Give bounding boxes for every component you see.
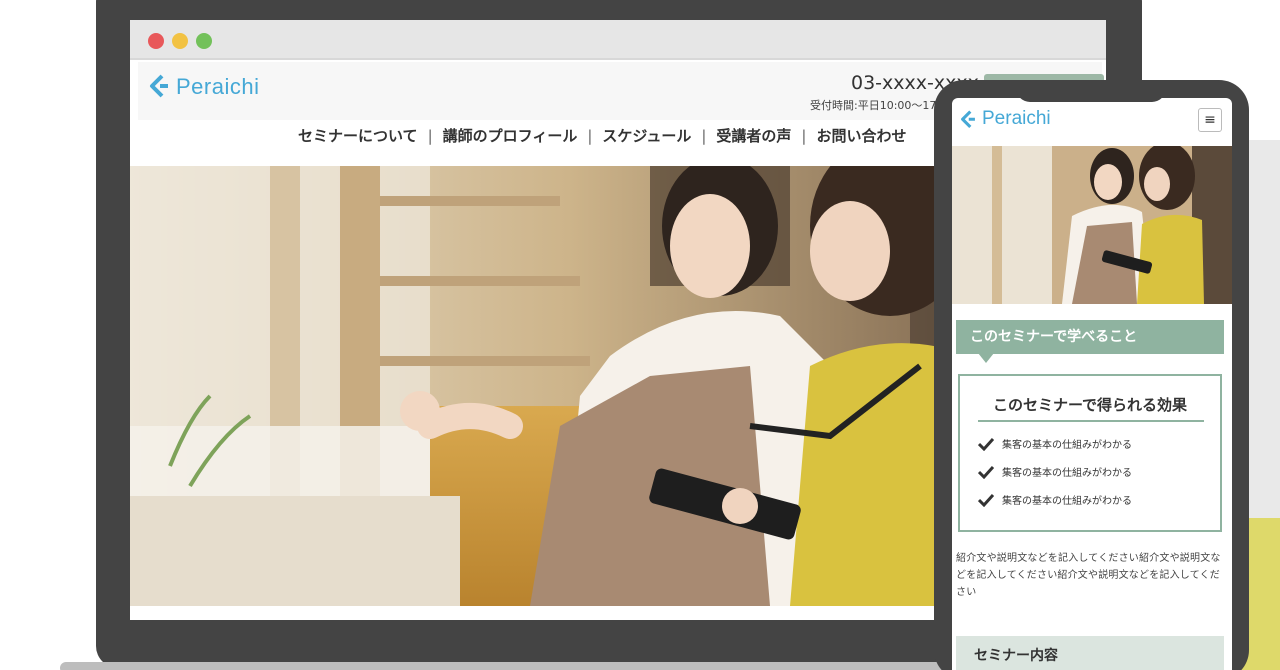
benefits-box: このセミナーで得られる効果 集客の基本の仕組みがわかる 集客の基本の仕組みがわか… [958,374,1222,532]
intro-paragraph: 紹介文や説明文などを記入してください紹介文や説明文などを記入してください紹介文や… [956,553,1221,598]
checkmark-icon [978,493,994,507]
mobile-hero-image [952,146,1232,304]
nav-separator: | [701,127,707,145]
nav-separator: | [801,127,807,145]
section-heading-pointer [978,353,994,363]
nav-separator: | [587,127,593,145]
benefit-item: 集客の基本の仕組みがわかる [978,492,1132,512]
section-heading-what-you-learn: このセミナーで学べること [956,320,1224,354]
peraichi-logo-icon [150,74,168,98]
mobile-hero-illustration [952,146,1232,304]
benefits-divider [978,420,1204,422]
nav-separator: | [427,127,433,145]
checkmark-icon [978,437,994,451]
site-logo-text[interactable]: Peraichi [176,74,259,100]
section-heading-seminar-content: セミナー内容 [956,636,1224,670]
nav-item-about-seminar[interactable]: セミナーについて [298,125,418,146]
benefit-item: 集客の基本の仕組みがわかる [978,436,1132,456]
phone-screen: Peraichi ≡ このセミナーで学べること このセミナーで得られる効果 集客… [952,98,1232,670]
hamburger-menu-icon[interactable]: ≡ [1198,108,1222,132]
main-nav: セミナーについて | 講師のプロフィール | スケジュール | 受講者の声 | お問い合わせ [298,125,907,146]
mobile-logo-text[interactable]: Peraichi [982,108,1051,130]
phone-frame: Peraichi ≡ このセミナーで学べること このセミナーで得られる効果 集客… [934,80,1249,670]
marketing-visual: Peraichi 03-xxxx-xxxx 受付時間:平日10:00～17:00… [0,0,1280,670]
benefit-item: 集客の基本の仕組みがわかる [978,464,1132,484]
browser-minimize-dot[interactable] [172,33,188,49]
nav-item-instructor-profile[interactable]: 講師のプロフィール [443,125,578,146]
browser-close-dot[interactable] [148,33,164,49]
phone-notch [1016,80,1166,102]
browser-toolbar [130,20,1106,60]
nav-item-contact[interactable]: お問い合わせ [816,125,906,146]
nav-item-schedule[interactable]: スケジュール [602,125,691,146]
peraichi-logo-icon [961,110,975,129]
header-business-hours: 受付時間:平日10:00～17:00 [810,99,955,112]
nav-item-testimonials[interactable]: 受講者の声 [716,125,791,146]
browser-maximize-dot[interactable] [196,33,212,49]
checkmark-icon [978,465,994,479]
benefits-title: このセミナーで得られる効果 [992,396,1188,414]
